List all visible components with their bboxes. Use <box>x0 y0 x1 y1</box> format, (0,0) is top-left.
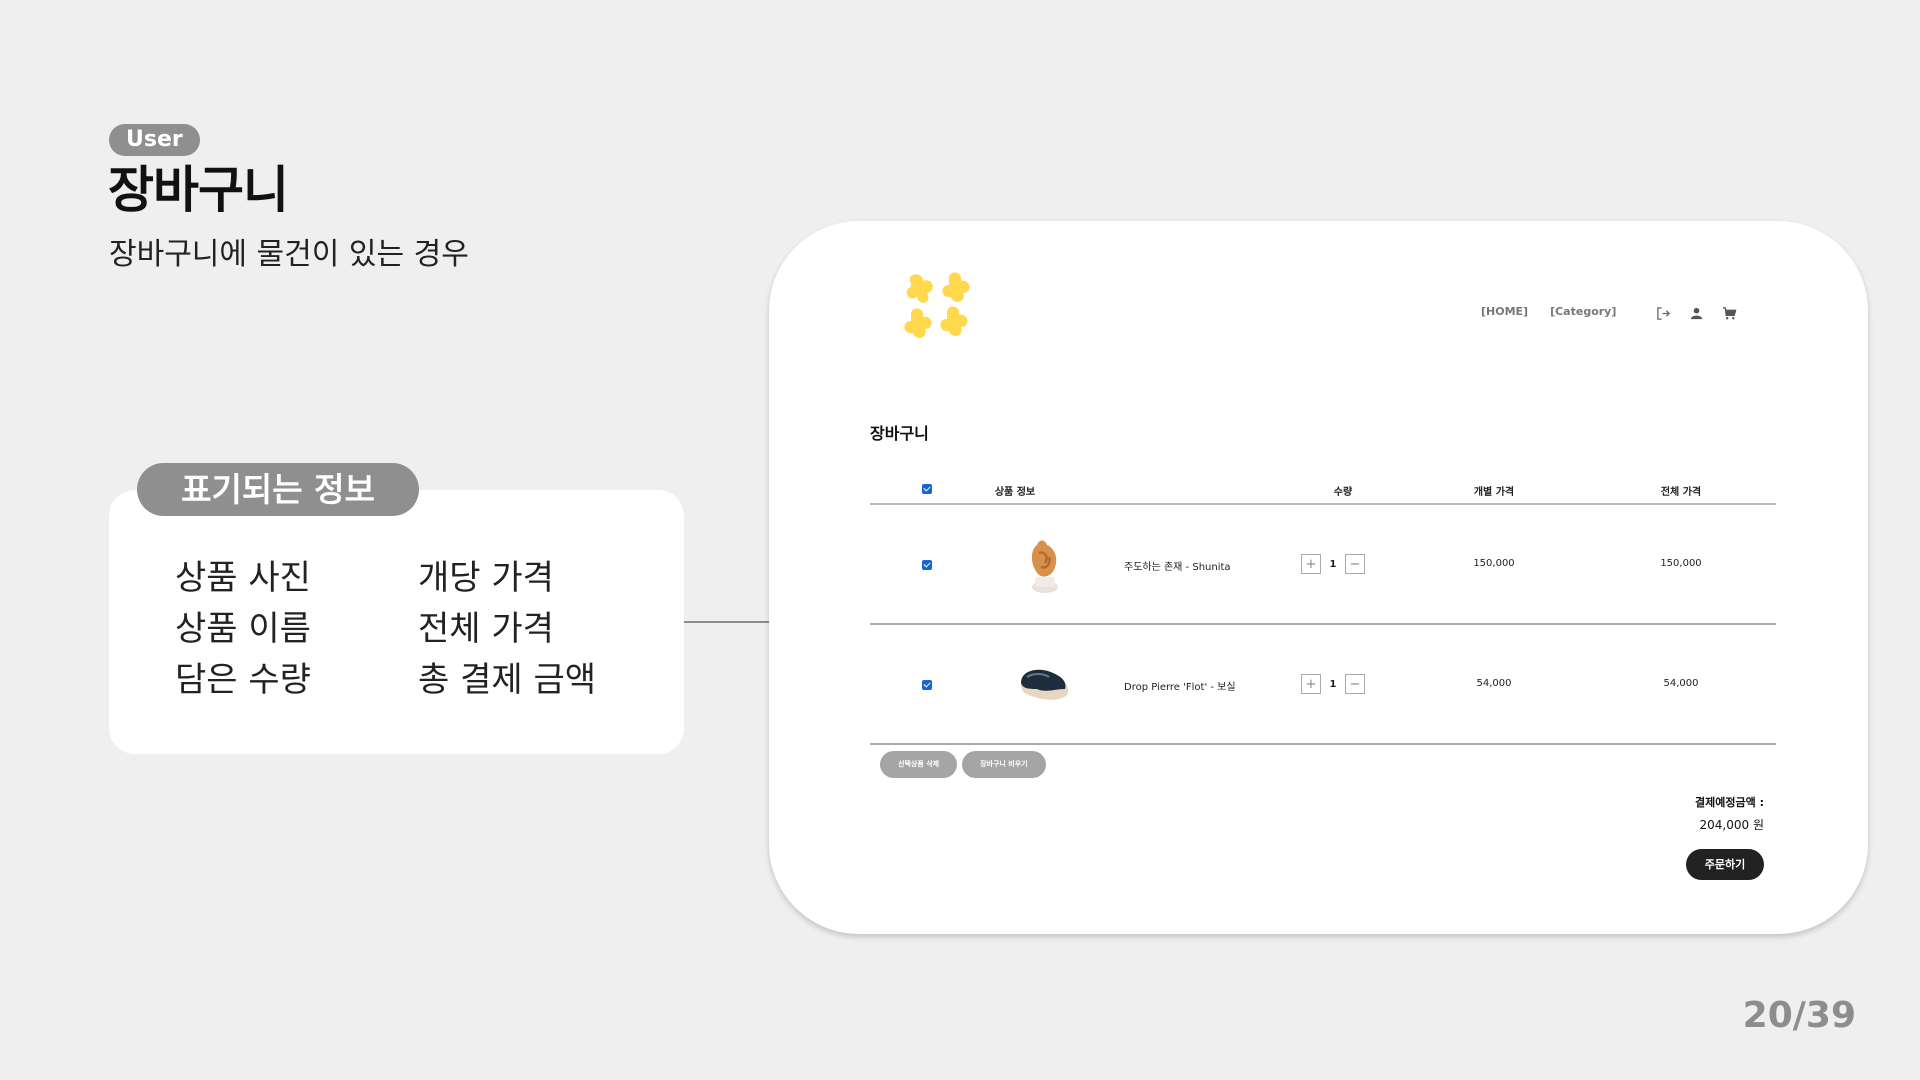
cart-icon[interactable] <box>1722 306 1737 321</box>
order-button[interactable]: 주문하기 <box>1686 849 1764 880</box>
connector-line <box>684 621 770 623</box>
col-quantity: 수량 <box>1333 487 1353 498</box>
quantity-stepper: + 1 − <box>1301 674 1365 694</box>
qty-value: 1 <box>1329 558 1337 570</box>
user-icon[interactable] <box>1689 306 1704 321</box>
col-total-price: 전체 가격 <box>1660 487 1702 498</box>
total-label: 결제예정금액 : <box>1695 796 1764 809</box>
unit-price: 54,000 <box>1476 678 1512 689</box>
table-header: 상품 정보 수량 개별 가격 전체 가격 <box>870 475 1776 505</box>
product-image[interactable] <box>1015 533 1075 595</box>
role-badge: User <box>109 124 200 156</box>
col-product-info: 상품 정보 <box>994 487 1036 498</box>
top-nav: [HOME] [Category] <box>1481 305 1616 318</box>
qty-increase-button[interactable]: + <box>1301 554 1321 574</box>
info-item: 개당 가격 <box>418 558 554 598</box>
info-item: 상품 사진 <box>175 558 311 598</box>
nav-icons <box>1656 306 1737 321</box>
table-row: 주도하는 존재 - Shunita + 1 − 150,000 150,000 <box>870 505 1776 625</box>
cart-actions: 선택상품 삭제 장바구니 비우기 <box>880 751 1046 778</box>
quantity-stepper: + 1 − <box>1301 554 1365 574</box>
nav-category[interactable]: [Category] <box>1550 305 1616 318</box>
info-item: 전체 가격 <box>418 609 554 649</box>
total-price: 54,000 <box>1663 678 1699 689</box>
info-item: 총 결제 금액 <box>418 660 597 700</box>
cart-table: 상품 정보 수량 개별 가격 전체 가격 주도하는 존재 - Shunita +… <box>870 475 1776 745</box>
product-name[interactable]: Drop Pierre 'Flot' - 보실 <box>1124 678 1236 693</box>
total-value: 204,000 원 <box>1699 818 1764 832</box>
brand-logo[interactable] <box>901 269 981 349</box>
info-item: 상품 이름 <box>175 609 311 649</box>
qty-decrease-button[interactable]: − <box>1345 554 1365 574</box>
empty-cart-button[interactable]: 장바구니 비우기 <box>962 751 1046 778</box>
col-unit-price: 개별 가격 <box>1473 487 1515 498</box>
unit-price: 150,000 <box>1473 558 1515 569</box>
page-number: 20/39 <box>1742 995 1856 1036</box>
nav-home[interactable]: [HOME] <box>1481 305 1528 318</box>
info-item: 담은 수량 <box>175 660 311 700</box>
delete-selected-button[interactable]: 선택상품 삭제 <box>880 751 958 778</box>
cart-heading: 장바구니 <box>870 424 929 443</box>
logout-icon[interactable] <box>1656 306 1671 321</box>
page-title: 장바구니 <box>108 161 289 219</box>
product-image[interactable] <box>1015 653 1075 715</box>
page-subtitle: 장바구니에 물건이 있는 경우 <box>109 237 469 272</box>
product-name[interactable]: 주도하는 존재 - Shunita <box>1124 558 1231 573</box>
qty-decrease-button[interactable]: − <box>1345 674 1365 694</box>
info-card-tag: 표기되는 정보 <box>137 463 419 516</box>
info-list: 상품 사진 개당 가격 상품 이름 전체 가격 담은 수량 총 결제 금액 <box>175 555 638 704</box>
cart-page-mockup: [HOME] [Category] 장바구니 상품 정보 수량 개별 가격 전체… <box>769 221 1868 934</box>
select-all-checkbox[interactable] <box>922 484 932 494</box>
qty-increase-button[interactable]: + <box>1301 674 1321 694</box>
row-checkbox[interactable] <box>922 560 932 570</box>
table-row: Drop Pierre 'Flot' - 보실 + 1 − 54,000 54,… <box>870 625 1776 745</box>
total-price: 150,000 <box>1660 558 1702 569</box>
qty-value: 1 <box>1329 678 1337 690</box>
row-checkbox[interactable] <box>922 680 932 690</box>
